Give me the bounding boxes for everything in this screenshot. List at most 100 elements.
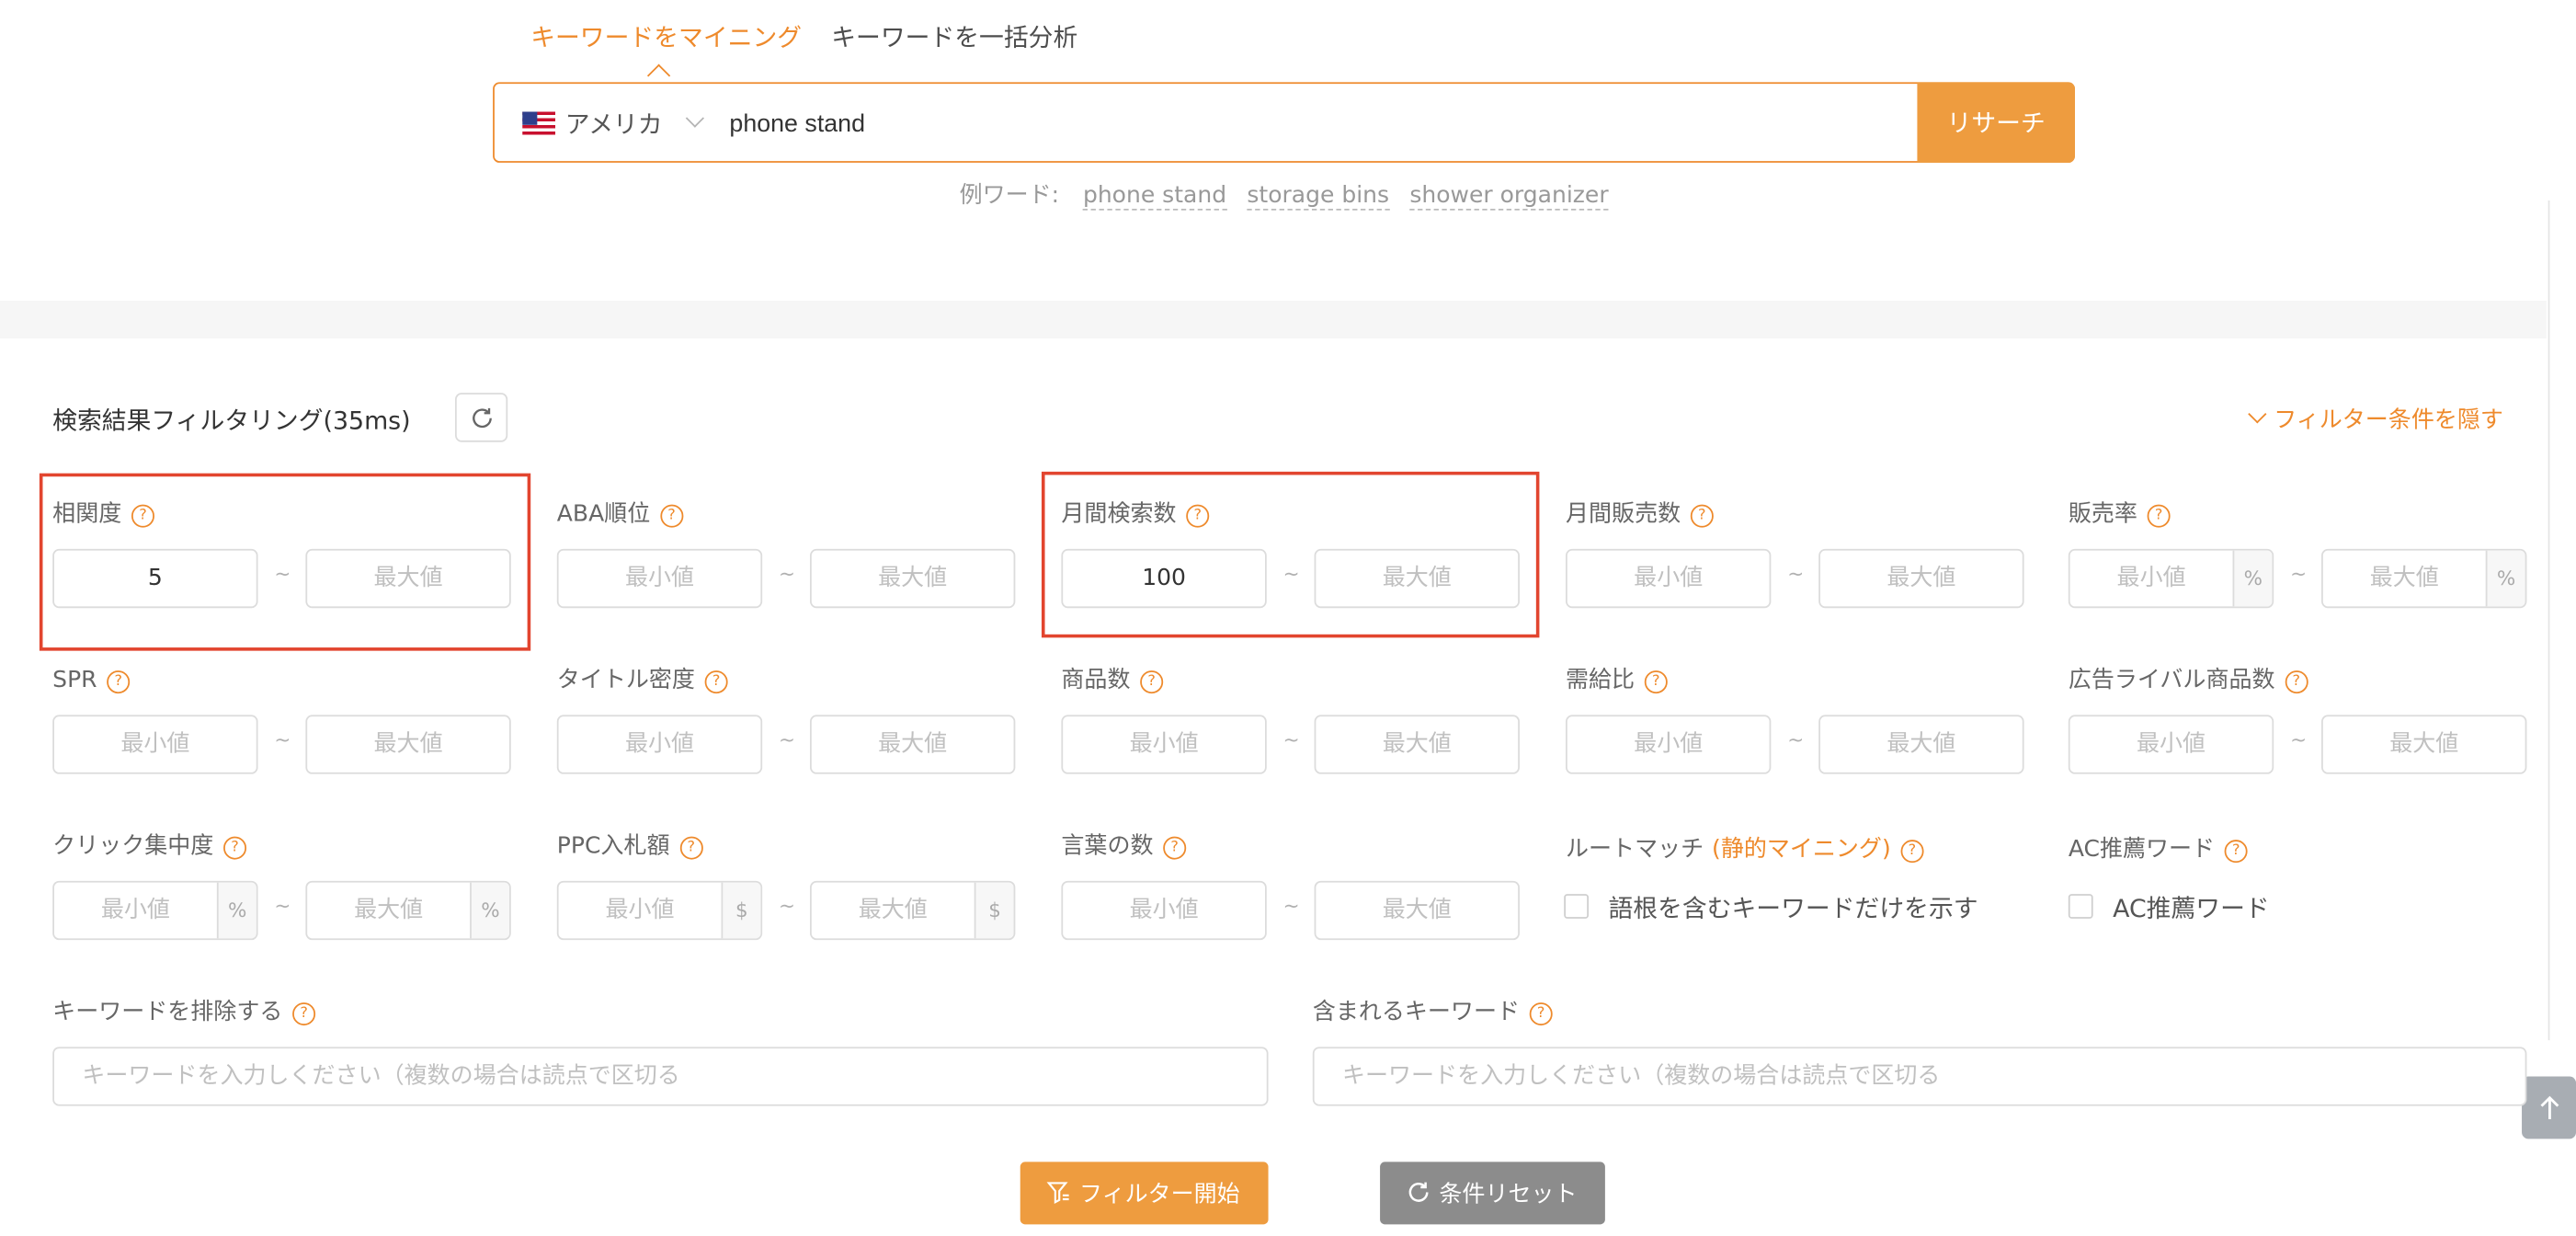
ad-rivals-label: 広告ライバル商品数? bbox=[2069, 666, 2308, 695]
word-count-min-field[interactable] bbox=[1061, 880, 1267, 941]
range-separator: ~ bbox=[1282, 727, 1300, 751]
refresh-icon bbox=[1408, 1182, 1429, 1202]
range-separator: ~ bbox=[779, 894, 796, 918]
ppc-bid-max-field[interactable]: $ bbox=[809, 880, 1016, 941]
title-density-min-field[interactable] bbox=[556, 715, 763, 774]
range-separator: ~ bbox=[779, 727, 796, 751]
help-icon[interactable]: ? bbox=[679, 836, 703, 860]
percent-unit: % bbox=[216, 882, 256, 939]
back-to-top-button[interactable] bbox=[2522, 1076, 2576, 1139]
root-match-checkbox[interactable] bbox=[1564, 894, 1590, 919]
percent-unit: % bbox=[470, 882, 509, 939]
arrow-up-icon bbox=[2540, 1095, 2559, 1119]
help-icon[interactable]: ? bbox=[659, 504, 683, 528]
spr-max-field[interactable] bbox=[305, 715, 511, 774]
range-separator: ~ bbox=[274, 727, 291, 751]
range-separator: ~ bbox=[2290, 727, 2308, 751]
example-label: 例ワード: bbox=[959, 182, 1060, 209]
help-icon[interactable]: ? bbox=[292, 1002, 316, 1026]
ad-rivals-min-field[interactable] bbox=[2068, 715, 2274, 774]
root-match-label: ルートマッチ (静的マイニング)? bbox=[1566, 835, 1924, 864]
highlight-box bbox=[39, 473, 531, 651]
search-bar: アメリカ リサーチ bbox=[493, 82, 2075, 163]
hide-filters-toggle[interactable]: フィルター条件を隠す bbox=[2248, 403, 2503, 436]
help-icon[interactable]: ? bbox=[1529, 1002, 1553, 1026]
static-mining-note: (静的マイニング) bbox=[1712, 836, 1891, 864]
spr-min-field[interactable] bbox=[52, 715, 258, 774]
percent-unit: % bbox=[2232, 550, 2273, 607]
start-filter-button[interactable]: フィルター開始 bbox=[1020, 1162, 1269, 1225]
chevron-down-icon[interactable] bbox=[685, 109, 705, 128]
supply-demand-label: 需給比? bbox=[1566, 666, 1668, 695]
range-separator: ~ bbox=[1787, 562, 1805, 586]
range-separator: ~ bbox=[1787, 727, 1805, 751]
highlight-box bbox=[1041, 471, 1540, 638]
root-match-checkbox-label[interactable]: 語根を含むキーワードだけを示す bbox=[1608, 891, 1978, 926]
help-icon[interactable]: ? bbox=[704, 670, 728, 694]
refresh-icon bbox=[473, 407, 492, 429]
help-icon[interactable]: ? bbox=[1690, 504, 1714, 528]
exclude-keywords-label: キーワードを排除する? bbox=[52, 998, 316, 1027]
product-count-max-field[interactable] bbox=[1314, 715, 1520, 774]
help-icon[interactable]: ? bbox=[1140, 670, 1164, 694]
example-keywords: 例ワード: phone stand storage bins shower or… bbox=[960, 177, 1622, 211]
range-separator: ~ bbox=[779, 562, 796, 586]
click-share-min-field[interactable]: % bbox=[52, 880, 258, 941]
title-density-max-field[interactable] bbox=[809, 715, 1016, 774]
percent-unit: % bbox=[2485, 550, 2525, 607]
spr-label: SPR? bbox=[52, 666, 131, 695]
tab-keyword-mining[interactable]: キーワードをマイニング bbox=[530, 21, 802, 54]
ac-words-checkbox[interactable] bbox=[2068, 894, 2093, 919]
click-share-max-field[interactable]: % bbox=[305, 880, 511, 941]
example-keyword[interactable]: phone stand bbox=[1082, 182, 1227, 211]
title-density-label: タイトル密度? bbox=[557, 666, 728, 695]
monthly-sales-min-field[interactable] bbox=[1566, 548, 1772, 609]
ppc-bid-min-field[interactable]: $ bbox=[556, 880, 763, 941]
product-count-min-field[interactable] bbox=[1061, 715, 1267, 774]
aba-rank-max-field[interactable] bbox=[809, 548, 1016, 609]
research-button[interactable]: リサーチ bbox=[1917, 82, 2075, 163]
ac-words-label: AC推薦ワード? bbox=[2069, 835, 2248, 864]
product-count-label: 商品数? bbox=[1061, 666, 1164, 695]
filter-icon bbox=[1046, 1182, 1069, 1205]
monthly-sales-max-field[interactable] bbox=[1818, 548, 2024, 609]
supply-demand-min-field[interactable] bbox=[1566, 715, 1772, 774]
help-icon[interactable]: ? bbox=[2285, 670, 2308, 694]
help-icon[interactable]: ? bbox=[1644, 670, 1668, 694]
include-keywords-input[interactable] bbox=[1312, 1047, 2527, 1106]
reset-conditions-button[interactable]: 条件リセット bbox=[1380, 1162, 1605, 1225]
sales-rate-max-field[interactable]: % bbox=[2321, 548, 2527, 609]
sales-rate-min-field[interactable]: % bbox=[2068, 548, 2274, 609]
help-icon[interactable]: ? bbox=[1163, 836, 1187, 860]
country-select[interactable]: アメリカ bbox=[565, 107, 663, 142]
click-share-label: クリック集中度? bbox=[52, 831, 247, 861]
word-count-max-field[interactable] bbox=[1314, 880, 1520, 941]
ppc-bid-label: PPC入札額? bbox=[557, 831, 703, 861]
right-side-panel-edge bbox=[2548, 200, 2576, 1041]
range-separator: ~ bbox=[1282, 894, 1300, 918]
help-icon[interactable]: ? bbox=[1900, 840, 1924, 864]
sales-rate-label: 販売率? bbox=[2069, 499, 2171, 529]
dollar-unit: $ bbox=[974, 882, 1014, 939]
tab-batch-analysis[interactable]: キーワードを一括分析 bbox=[831, 21, 1077, 54]
aba-rank-label: ABA順位? bbox=[557, 499, 683, 529]
supply-demand-max-field[interactable] bbox=[1818, 715, 2024, 774]
help-icon[interactable]: ? bbox=[223, 836, 247, 860]
dollar-unit: $ bbox=[721, 882, 761, 939]
keyword-search-input[interactable] bbox=[729, 101, 1880, 145]
ac-words-checkbox-label[interactable]: AC推薦ワード bbox=[2113, 891, 2270, 926]
word-count-label: 言葉の数? bbox=[1061, 831, 1187, 861]
example-keyword[interactable]: shower organizer bbox=[1409, 182, 1609, 211]
filter-section-title: 検索結果フィルタリング(35ms) bbox=[52, 406, 411, 436]
help-icon[interactable]: ? bbox=[2147, 504, 2171, 528]
help-icon[interactable]: ? bbox=[2224, 840, 2248, 864]
example-keyword[interactable]: storage bins bbox=[1247, 182, 1390, 211]
aba-rank-min-field[interactable] bbox=[556, 548, 763, 609]
monthly-sales-label: 月間販売数? bbox=[1566, 499, 1714, 529]
ad-rivals-max-field[interactable] bbox=[2321, 715, 2527, 774]
range-separator: ~ bbox=[274, 894, 291, 918]
include-keywords-label: 含まれるキーワード? bbox=[1313, 998, 1553, 1027]
help-icon[interactable]: ? bbox=[107, 670, 131, 694]
exclude-keywords-input[interactable] bbox=[52, 1047, 1269, 1106]
refresh-button[interactable] bbox=[454, 393, 508, 442]
